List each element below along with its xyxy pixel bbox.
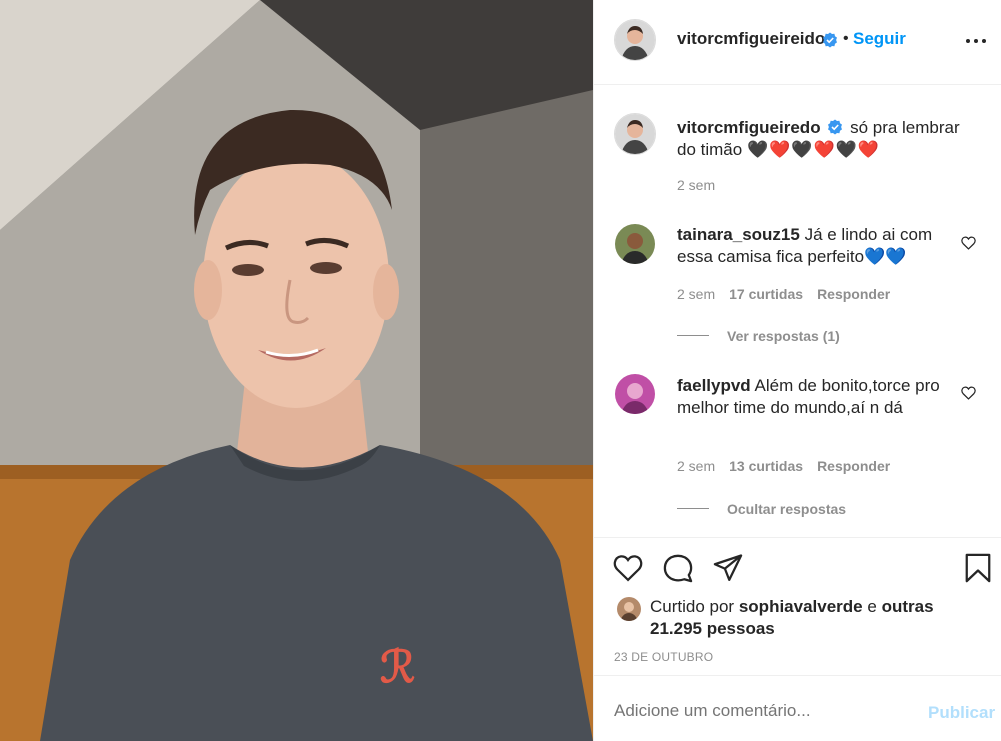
separator-dot: •: [843, 30, 849, 47]
likes-summary: Curtido por sophiavalverde e outras 21.2…: [650, 596, 980, 640]
caption-author-avatar[interactable]: [614, 113, 656, 155]
comment-emoji: 💙💙: [864, 247, 907, 266]
comment: tainara_souz15 Já e lindo ai com essa ca…: [677, 224, 947, 268]
comment-like-icon[interactable]: [961, 236, 976, 250]
caption-hearts: 🖤❤️🖤❤️🖤❤️: [746, 140, 880, 159]
caption-time[interactable]: 2 sem: [677, 177, 715, 193]
commenter-avatar[interactable]: [615, 224, 655, 264]
comment: faellypvd Além de bonito,torce pro melho…: [677, 375, 947, 419]
hide-replies-button[interactable]: Ocultar respostas: [727, 501, 846, 517]
comment-author[interactable]: faellypvd: [677, 376, 751, 395]
reply-button[interactable]: Responder: [817, 458, 890, 474]
post-header: vitorcmfigueireido • Seguir: [594, 0, 1001, 85]
author-avatar[interactable]: [614, 19, 656, 61]
commenter-avatar[interactable]: [615, 374, 655, 414]
like-heart-icon[interactable]: [613, 553, 643, 583]
svg-text:ℛ: ℛ: [380, 642, 415, 693]
comment-time[interactable]: 2 sem: [677, 286, 715, 302]
comment-meta: 2 sem 13 curtidas Responder: [677, 458, 890, 474]
caption-meta: 2 sem: [677, 177, 715, 193]
more-options-icon[interactable]: [966, 30, 988, 50]
follow-button[interactable]: Seguir: [853, 29, 906, 49]
publish-button[interactable]: Publicar: [928, 703, 995, 723]
reply-button[interactable]: Responder: [817, 286, 890, 302]
selfie-image: ℛ: [0, 0, 593, 741]
comment-likes[interactable]: 17 curtidas: [729, 286, 803, 302]
liked-by-username[interactable]: sophiavalverde: [739, 597, 863, 616]
comment-meta: 2 sem 17 curtidas Responder: [677, 286, 890, 302]
replies-divider: [677, 335, 709, 336]
save-bookmark-icon[interactable]: [963, 553, 993, 583]
add-comment-bar: Publicar: [594, 675, 1001, 741]
post-date[interactable]: 23 DE OUTUBRO: [614, 650, 713, 664]
liked-by-avatar[interactable]: [617, 597, 641, 621]
post-panel: vitorcmfigueireido • Seguir vitorcmfigue…: [593, 0, 1001, 741]
comment-input[interactable]: [614, 701, 894, 721]
comment-bubble-icon[interactable]: [663, 553, 693, 583]
share-direct-icon[interactable]: [713, 553, 743, 583]
verified-badge-icon: [823, 32, 837, 48]
post-actions: Curtido por sophiavalverde e outras 21.2…: [594, 537, 1001, 675]
likes-prefix: Curtido por: [650, 597, 735, 616]
post-caption: vitorcmfigueiredo só pra lembrar do timã…: [677, 117, 977, 161]
likes-conj: e: [867, 597, 877, 616]
comment-likes[interactable]: 13 curtidas: [729, 458, 803, 474]
comment-author[interactable]: tainara_souz15: [677, 225, 800, 244]
comment-like-icon[interactable]: [961, 386, 976, 400]
replies-divider: [677, 508, 709, 509]
post-photo[interactable]: ℛ: [0, 0, 593, 741]
instagram-post-modal: ℛ vitorcmfigueireido • Seguir vitorcmfig…: [0, 0, 1001, 741]
verified-badge-icon: [828, 119, 843, 135]
view-replies-button[interactable]: Ver respostas (1): [727, 328, 840, 344]
caption-author-username[interactable]: vitorcmfigueiredo: [677, 118, 821, 137]
author-username[interactable]: vitorcmfigueireido: [677, 29, 825, 49]
comment-time[interactable]: 2 sem: [677, 458, 715, 474]
